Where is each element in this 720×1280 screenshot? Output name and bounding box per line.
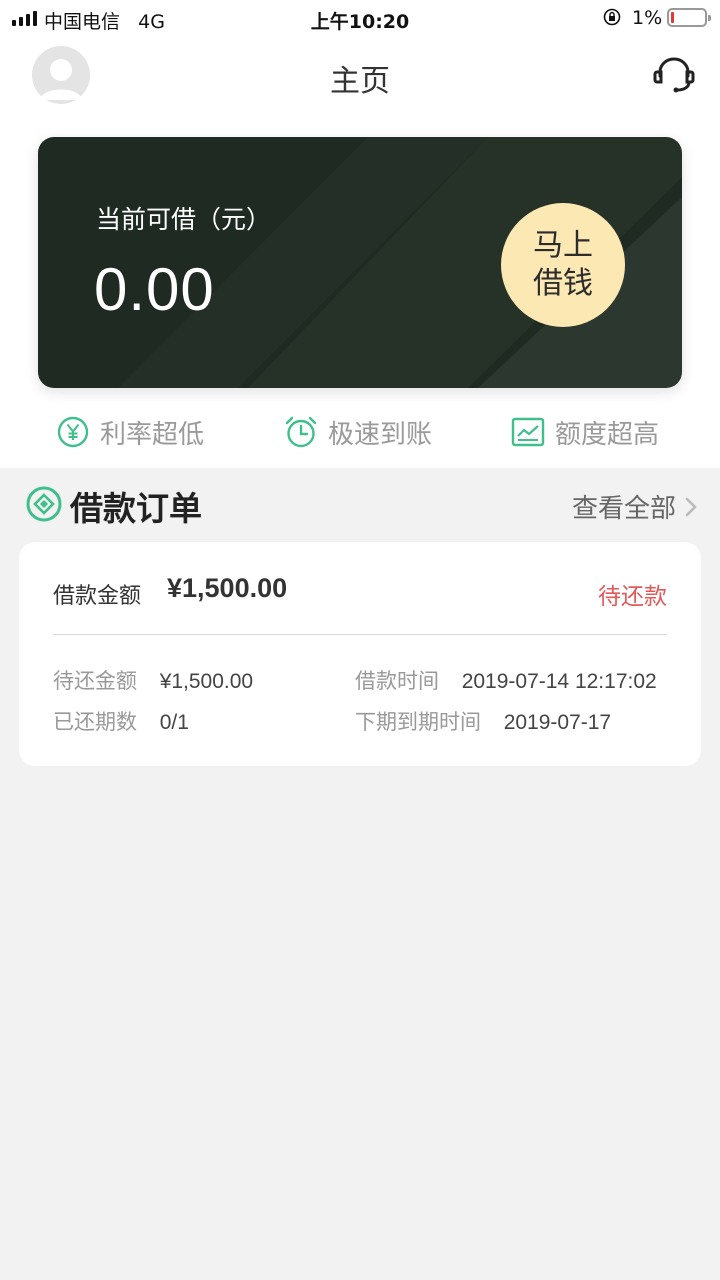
borrow-button-line2: 借钱 xyxy=(533,266,593,301)
loan-amount-label: 借款金额 xyxy=(53,584,142,609)
headset-icon[interactable] xyxy=(652,54,696,94)
page-title: 主页 xyxy=(330,64,390,99)
loan-time-value: 2019-07-14 12:17:02 xyxy=(461,670,657,693)
periods-row: 已还期数 0/1 xyxy=(53,706,189,736)
feature-fast-arrival: 极速到账 xyxy=(284,410,432,454)
periods-value: 0/1 xyxy=(159,711,189,734)
next-due-value: 2019-07-17 xyxy=(503,711,612,734)
loan-time-label: 借款时间 xyxy=(355,669,439,693)
borrow-button-line1: 马上 xyxy=(533,228,593,263)
order-status-badge: 待还款 xyxy=(598,584,667,610)
chart-icon xyxy=(511,417,545,447)
borrow-now-button[interactable]: 马上 借钱 xyxy=(501,203,625,327)
feature-label: 利率超低 xyxy=(100,419,205,450)
due-amount-row: 待还金额 ¥1,500.00 xyxy=(53,665,253,695)
feature-label: 额度超高 xyxy=(555,419,660,450)
alarm-clock-icon xyxy=(285,416,317,448)
divider xyxy=(53,634,667,635)
due-amount-label: 待还金额 xyxy=(53,669,137,693)
order-diamond-icon xyxy=(26,486,62,522)
next-due-label: 下期到期时间 xyxy=(355,710,481,734)
feature-label: 极速到账 xyxy=(328,419,433,450)
yen-circle-icon xyxy=(57,416,89,448)
battery-percent: 1% xyxy=(632,7,663,29)
feature-row: 利率超低 极速到账 额度超高 xyxy=(0,410,720,454)
available-label: 当前可借（元） xyxy=(96,205,272,234)
order-card[interactable]: 借款金额 ¥1,500.00 待还款 待还金额 ¥1,500.00 借款时间 2… xyxy=(19,542,701,766)
status-bar: 中国电信 4G 上午10:20 1% xyxy=(0,0,720,36)
view-all-link[interactable]: 查看全部 xyxy=(572,488,698,525)
orders-title: 借款订单 xyxy=(70,489,202,528)
chevron-right-icon xyxy=(685,497,697,516)
battery-icon xyxy=(667,8,711,27)
loan-time-row: 借款时间 2019-07-14 12:17:02 xyxy=(355,665,657,695)
due-amount-value: ¥1,500.00 xyxy=(159,670,254,693)
available-amount: 0.00 xyxy=(94,256,215,323)
next-due-row: 下期到期时间 2019-07-17 xyxy=(355,706,611,736)
rotation-lock-icon xyxy=(603,8,621,26)
periods-label: 已还期数 xyxy=(53,710,137,734)
feature-high-limit: 额度超高 xyxy=(511,410,659,454)
orders-header: 借款订单 查看全部 xyxy=(0,478,720,534)
loan-amount-value: ¥1,500.00 xyxy=(167,573,288,603)
feature-low-rate: 利率超低 xyxy=(56,410,204,454)
available-credit-card: 当前可借（元） 0.00 马上 借钱 xyxy=(38,137,682,388)
view-all-label: 查看全部 xyxy=(571,494,676,524)
